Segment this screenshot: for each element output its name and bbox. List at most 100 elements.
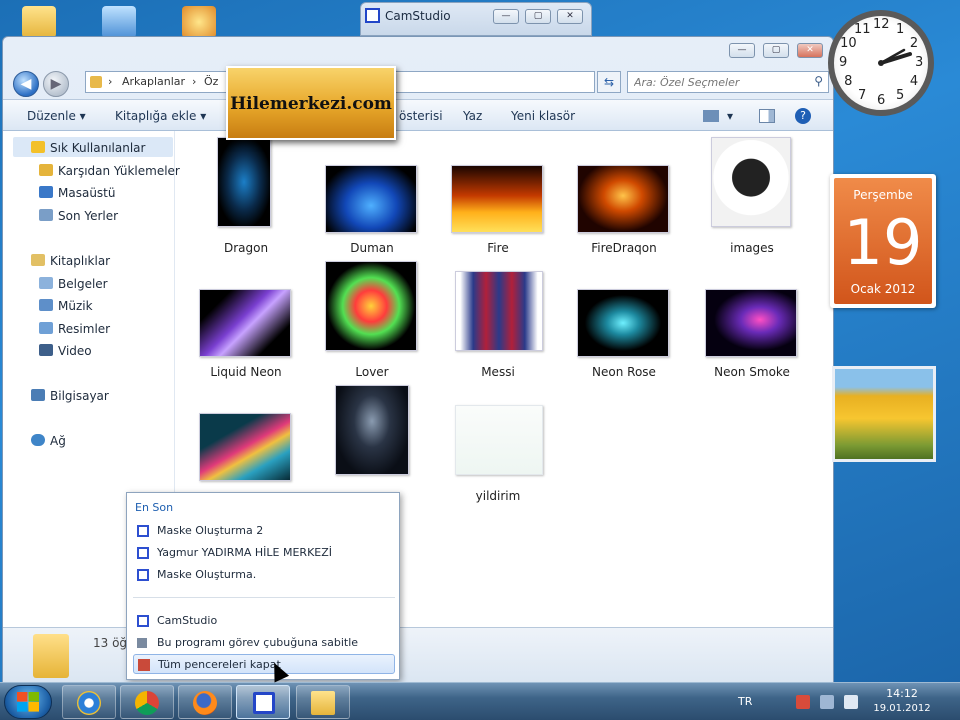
- windows-logo-icon: [17, 692, 39, 712]
- recent-item[interactable]: Yagmur YADIRMA HİLE MERKEZİ: [133, 543, 395, 563]
- breadcrumb-current[interactable]: Öz: [204, 75, 218, 88]
- nav-downloads[interactable]: Karşıdan Yüklemeler: [39, 164, 180, 178]
- taskbar-ie-button[interactable]: [62, 685, 116, 719]
- camstudio-window[interactable]: CamStudio — ▢ ✕: [360, 2, 592, 36]
- start-button[interactable]: [4, 685, 52, 719]
- nav-recent[interactable]: Son Yerler: [39, 209, 118, 223]
- preview-pane-icon[interactable]: [759, 109, 775, 123]
- search-input[interactable]: [628, 72, 804, 92]
- forward-button[interactable]: ▶: [43, 71, 69, 97]
- breadcrumb-arkaplanlar[interactable]: Arkaplanlar: [122, 75, 185, 88]
- burn-button[interactable]: Yaz: [463, 109, 482, 123]
- nav-pictures[interactable]: Resimler: [39, 322, 110, 336]
- file-item[interactable]: Neon Smoke: [697, 261, 807, 391]
- file-label: Neon Smoke: [714, 365, 790, 379]
- file-item[interactable]: Dragon: [191, 137, 301, 267]
- clock-numeral: 2: [909, 36, 919, 51]
- desktop-computer-icon[interactable]: [102, 6, 136, 38]
- open-camstudio-item[interactable]: CamStudio: [133, 611, 395, 631]
- taskbar-camstudio-button[interactable]: [236, 685, 290, 719]
- taskbar-explorer-button[interactable]: [296, 685, 350, 719]
- file-label: Lover: [355, 365, 389, 379]
- tray-date[interactable]: 19.01.2012: [862, 703, 942, 714]
- file-item[interactable]: Lover: [317, 261, 427, 391]
- folder-icon: [33, 634, 69, 678]
- tray-network-icon[interactable]: [820, 695, 834, 709]
- recent-item-label: Maske Oluşturma.: [157, 568, 257, 581]
- file-thumbnail: [705, 289, 797, 357]
- file-item[interactable]: yildirim: [443, 385, 553, 515]
- nav-network[interactable]: Ağ: [31, 434, 66, 448]
- nav-desktop[interactable]: Masaüstü: [39, 186, 115, 200]
- file-item[interactable]: Fire: [443, 137, 553, 267]
- file-item[interactable]: Messi: [443, 261, 553, 391]
- file-thumbnail: [325, 165, 417, 233]
- file-label: Neon Rose: [592, 365, 656, 379]
- refresh-button[interactable]: ⇆: [597, 71, 621, 93]
- nav-music[interactable]: Müzik: [39, 299, 93, 313]
- language-indicator[interactable]: TR: [738, 695, 752, 708]
- music-icon: [39, 299, 53, 311]
- calendar-month-year: Ocak 2012: [850, 282, 916, 296]
- view-options-icon[interactable]: [703, 110, 719, 122]
- tray-flag-icon[interactable]: [796, 695, 810, 709]
- minimize-button[interactable]: —: [729, 43, 755, 58]
- command-bar: Düzenle ▾ Kitaplığa ekle ▾ österisi Yaz …: [3, 99, 833, 131]
- camstudio-minimize-button[interactable]: —: [493, 9, 519, 24]
- nav-documents[interactable]: Belgeler: [39, 277, 108, 291]
- file-label: Duman: [350, 241, 394, 255]
- nav-label: Bilgisayar: [50, 389, 109, 403]
- organize-button[interactable]: Düzenle ▾: [27, 109, 86, 123]
- desktop-paint-icon[interactable]: [182, 6, 216, 38]
- search-box[interactable]: ⚲: [627, 71, 829, 93]
- desktop-folder-icon[interactable]: [22, 6, 56, 38]
- file-thumbnail: [455, 271, 543, 351]
- recent-item[interactable]: Maske Oluşturma 2: [133, 521, 395, 541]
- search-icon[interactable]: ⚲: [814, 74, 823, 88]
- recent-item[interactable]: Maske Oluşturma.: [133, 565, 395, 585]
- nav-computer[interactable]: Bilgisayar: [31, 389, 109, 403]
- file-item[interactable]: images: [697, 137, 807, 267]
- file-label: Dragon: [223, 241, 269, 255]
- new-folder-button[interactable]: Yeni klasör: [511, 109, 575, 123]
- tray-time[interactable]: 14:12: [862, 687, 942, 700]
- slideshow-button[interactable]: österisi: [399, 109, 443, 123]
- nav-video[interactable]: Video: [39, 344, 92, 358]
- file-item[interactable]: Liquid Neon: [191, 261, 301, 391]
- calendar-page: Perşembe 19 Ocak 2012: [834, 178, 932, 304]
- watermark-logo: Hilemerkezi.com: [226, 66, 396, 140]
- tray-volume-icon[interactable]: [844, 695, 858, 709]
- calendar-gadget[interactable]: Perşembe 19 Ocak 2012: [830, 174, 936, 308]
- maximize-button[interactable]: ▢: [763, 43, 789, 58]
- camstudio-maximize-button[interactable]: ▢: [525, 9, 551, 24]
- clock-gadget[interactable]: 12 1 2 3 4 5 6 7 8 9 10 11: [824, 8, 936, 138]
- back-button[interactable]: ◀: [13, 71, 39, 97]
- item-count: 13 öğ: [93, 636, 128, 650]
- file-thumbnail: [335, 385, 409, 475]
- slideshow-gadget[interactable]: [832, 366, 936, 462]
- view-dropdown-icon[interactable]: ▾: [727, 109, 733, 123]
- jump-list-divider: [133, 597, 395, 598]
- camstudio-close-button[interactable]: ✕: [557, 9, 583, 24]
- nav-libraries[interactable]: Kitaplıklar: [31, 254, 110, 268]
- file-item[interactable]: Duman: [317, 137, 427, 267]
- file-item[interactable]: FireDraqon: [569, 137, 679, 267]
- clock-numeral: 8: [844, 74, 853, 89]
- star-icon: [31, 141, 45, 153]
- file-thumbnail: [199, 289, 291, 357]
- file-item[interactable]: Neon Rose: [569, 261, 679, 391]
- close-button[interactable]: ✕: [797, 43, 823, 58]
- pin-to-taskbar-item[interactable]: Bu programı görev çubuğuna sabitle: [133, 633, 395, 653]
- help-icon[interactable]: ?: [795, 108, 811, 124]
- taskbar-chrome-button[interactable]: [120, 685, 174, 719]
- camstudio-icon: [253, 692, 275, 714]
- nav-label: Resimler: [58, 322, 111, 336]
- nav-label: Ağ: [50, 434, 66, 448]
- taskbar-firefox-button[interactable]: [178, 685, 232, 719]
- breadcrumb-sep-2: ›: [192, 75, 197, 88]
- nav-favorites[interactable]: Sık Kullanılanlar: [31, 141, 145, 155]
- nav-label: Belgeler: [58, 277, 108, 291]
- close-all-windows-item[interactable]: Tüm pencereleri kapat: [133, 654, 395, 674]
- downloads-icon: [39, 164, 53, 176]
- add-to-library-button[interactable]: Kitaplığa ekle ▾: [115, 109, 206, 123]
